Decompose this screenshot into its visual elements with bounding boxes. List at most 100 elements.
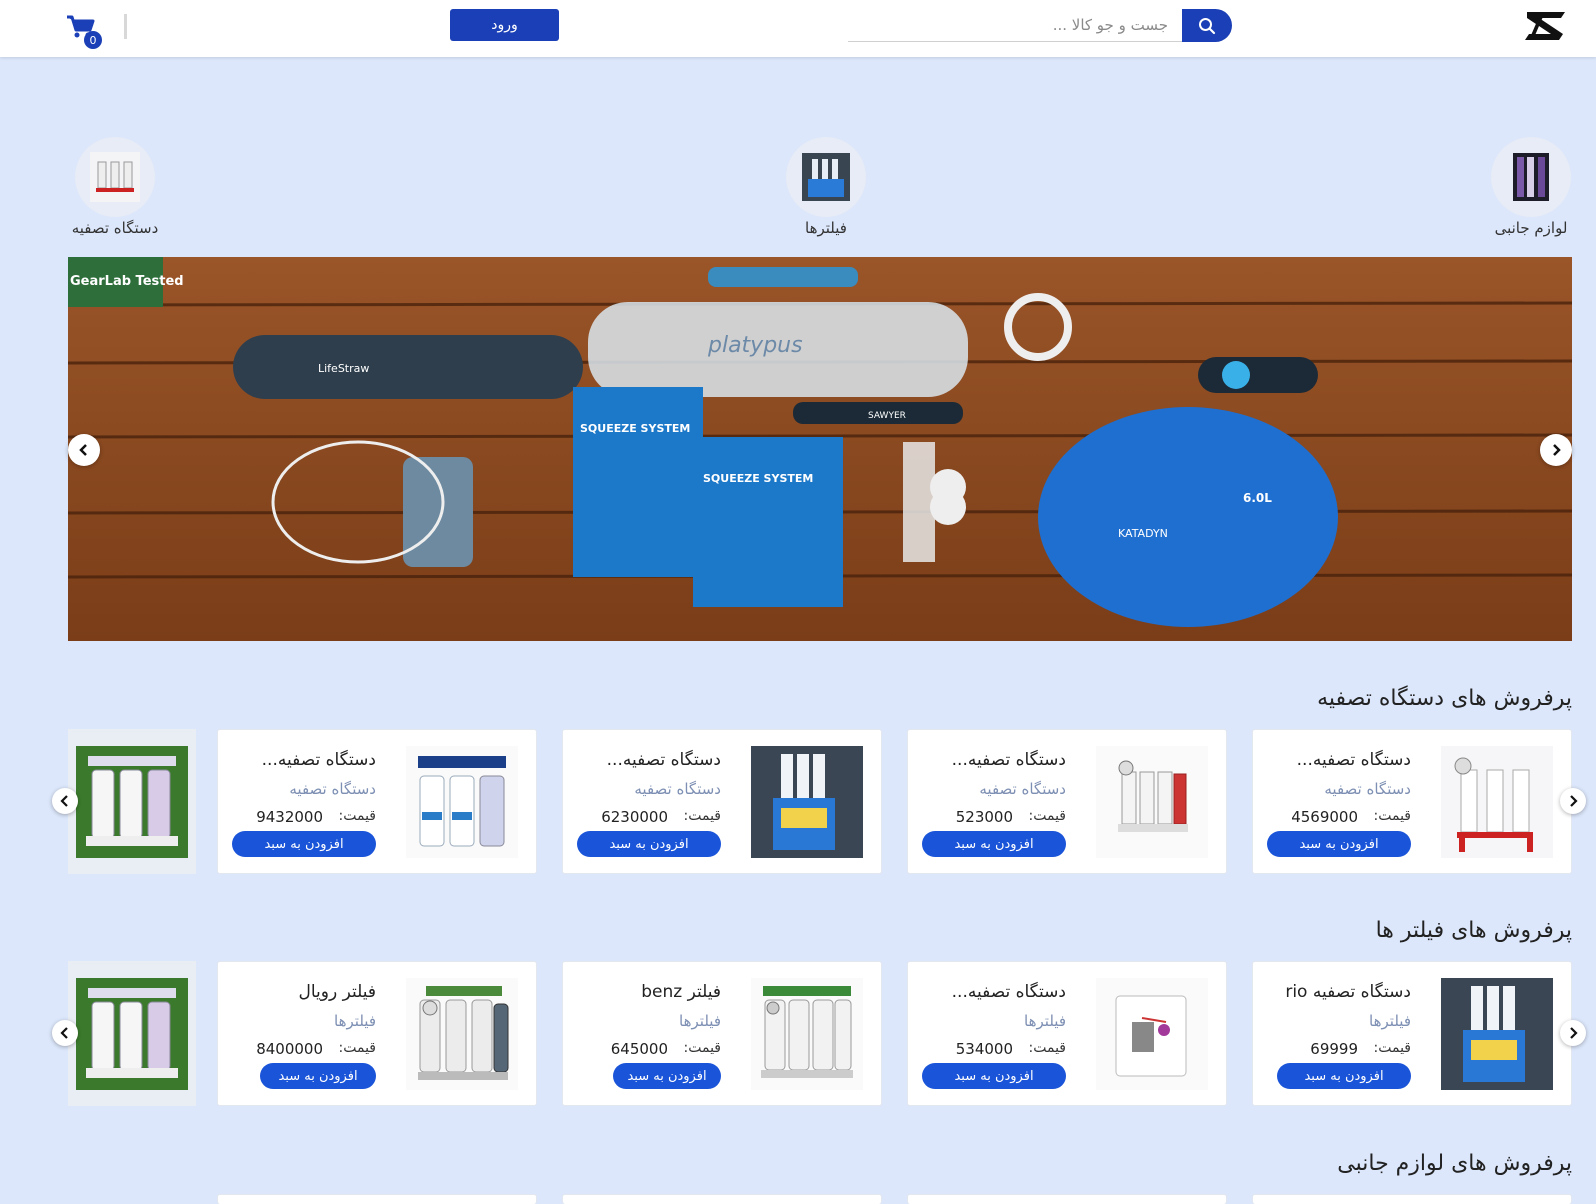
banner-prev-button[interactable]	[68, 434, 100, 466]
product-image	[406, 978, 518, 1090]
price-label: قیمت:	[1028, 1040, 1066, 1056]
hero-banner: GearLab Tested LifeStraw platypus SQUEEZ…	[68, 257, 1572, 641]
product-image	[1441, 746, 1553, 858]
section-title-purifiers: پرفروش های دستگاه تصفیه	[1317, 686, 1572, 711]
carousel-next-button[interactable]	[1560, 1020, 1586, 1046]
category-accessories[interactable]: لوازم جانبی	[1476, 137, 1586, 237]
search-button[interactable]	[1182, 9, 1232, 42]
product-title[interactable]: دستگاه تصفیه...	[952, 982, 1066, 1002]
price-label: قیمت:	[1373, 1040, 1411, 1056]
product-price: 9432000	[256, 808, 323, 826]
banner-next-button[interactable]	[1540, 434, 1572, 466]
carousel-accessories	[68, 1194, 1572, 1204]
product-image	[1441, 978, 1553, 1090]
product-image	[1096, 978, 1208, 1090]
add-to-cart-button[interactable]: افزودن به سبد	[922, 1063, 1066, 1089]
carousel-filters: دستگاه تصفیه rio فیلترها قیمت: 69999 افز…	[68, 961, 1572, 1106]
section-title-filters: پرفروش های فیلتر ها	[1375, 918, 1572, 943]
price-label: قیمت:	[1028, 808, 1066, 824]
product-price: 69999	[1310, 1040, 1358, 1058]
category-label: دستگاه تصفیه	[71, 219, 159, 237]
product-card[interactable]: دستگاه تصفیه... دستگاه تصفیه قیمت: 45690…	[1252, 729, 1572, 874]
product-card[interactable]: فیلتر رویال فیلترها قیمت: 8400000 افزودن…	[217, 961, 537, 1106]
product-card-partial[interactable]	[68, 729, 196, 874]
product-title[interactable]: دستگاه تصفیه...	[607, 750, 721, 770]
category-filters[interactable]: فیلترها	[771, 137, 881, 237]
product-category: دستگاه تصفیه	[1324, 780, 1411, 798]
search-input[interactable]	[848, 9, 1182, 42]
product-image	[1096, 746, 1208, 858]
product-category: فیلترها	[334, 1012, 376, 1030]
product-card[interactable]	[907, 1194, 1227, 1204]
category-label: لوازم جانبی	[1494, 219, 1568, 237]
carousel-prev-button[interactable]	[52, 1020, 78, 1046]
svg-text:SQUEEZE SYSTEM: SQUEEZE SYSTEM	[580, 422, 690, 435]
product-card[interactable]: دستگاه تصفیه... دستگاه تصفیه قیمت: 52300…	[907, 729, 1227, 874]
chevron-left-icon	[60, 1027, 68, 1039]
svg-text:LifeStraw: LifeStraw	[318, 362, 369, 375]
product-card[interactable]: دستگاه تصفیه... دستگاه تصفیه قیمت: 94320…	[217, 729, 537, 874]
product-category: دستگاه تصفیه	[289, 780, 376, 798]
product-title[interactable]: فیلتر benz	[641, 982, 721, 1002]
site-logo[interactable]	[1521, 8, 1571, 44]
svg-text:KATADYN: KATADYN	[1118, 527, 1168, 540]
filters-thumb	[786, 137, 866, 217]
product-category: دستگاه تصفیه	[634, 780, 721, 798]
add-to-cart-button[interactable]: افزودن به سبد	[1267, 831, 1411, 857]
product-card[interactable]: دستگاه تصفیه rio فیلترها قیمت: 69999 افز…	[1252, 961, 1572, 1106]
price-label: قیمت:	[683, 1040, 721, 1056]
category-label: فیلترها	[805, 219, 847, 237]
chevron-left-icon	[79, 444, 87, 456]
product-card[interactable]	[562, 1194, 882, 1204]
add-to-cart-button[interactable]: افزودن به سبد	[922, 831, 1066, 857]
product-card[interactable]: دستگاه تصفیه... دستگاه تصفیه قیمت: 62300…	[562, 729, 882, 874]
price-label: قیمت:	[683, 808, 721, 824]
product-price: 6230000	[601, 808, 668, 826]
product-card[interactable]: دستگاه تصفیه... فیلترها قیمت: 534000 افز…	[907, 961, 1227, 1106]
product-card-partial[interactable]	[68, 961, 196, 1106]
product-price: 523000	[955, 808, 1013, 826]
svg-text:SAWYER: SAWYER	[868, 411, 906, 421]
cart-count-badge: 0	[84, 31, 102, 49]
category-purifiers[interactable]: دستگاه تصفیه	[60, 137, 170, 237]
product-title[interactable]: فیلتر رویال	[299, 982, 376, 1002]
product-price: 534000	[955, 1040, 1013, 1058]
product-category: فیلترها	[1024, 1012, 1066, 1030]
top-navbar: ورود 0	[0, 0, 1596, 57]
product-title[interactable]: دستگاه تصفیه...	[1297, 750, 1411, 770]
product-title[interactable]: دستگاه تصفیه...	[262, 750, 376, 770]
product-price: 645000	[610, 1040, 668, 1058]
price-label: قیمت:	[1373, 808, 1411, 824]
product-image	[406, 746, 518, 858]
chevron-right-icon	[1570, 795, 1578, 807]
add-to-cart-button[interactable]: افزودن به سبد	[577, 831, 721, 857]
carousel-purifiers: دستگاه تصفیه... دستگاه تصفیه قیمت: 45690…	[68, 729, 1572, 874]
product-card[interactable]: فیلتر benz فیلترها قیمت: 645000 افزودن ب…	[562, 961, 882, 1106]
cart-button[interactable]: 0	[66, 14, 106, 49]
product-image	[751, 746, 863, 858]
product-price: 8400000	[256, 1040, 323, 1058]
product-card[interactable]	[1252, 1194, 1572, 1204]
product-image	[751, 978, 863, 1090]
login-button[interactable]: ورود	[450, 9, 559, 41]
carousel-next-button[interactable]	[1560, 788, 1586, 814]
product-image	[76, 745, 188, 858]
carousel-prev-button[interactable]	[52, 788, 78, 814]
product-category: فیلترها	[1369, 1012, 1411, 1030]
product-price: 4569000	[1291, 808, 1358, 826]
svg-text:6.0L: 6.0L	[1243, 491, 1272, 505]
svg-text:SQUEEZE SYSTEM: SQUEEZE SYSTEM	[703, 472, 813, 485]
product-card[interactable]	[217, 1194, 537, 1204]
chevron-right-icon	[1570, 1027, 1578, 1039]
product-title[interactable]: دستگاه تصفیه...	[952, 750, 1066, 770]
add-to-cart-button[interactable]: افزودن به سبد	[1277, 1063, 1411, 1089]
chevron-right-icon	[1553, 444, 1561, 456]
product-title[interactable]: دستگاه تصفیه rio	[1285, 982, 1411, 1002]
add-to-cart-button[interactable]: افزودن به سبد	[613, 1063, 721, 1089]
accessories-thumb	[1491, 137, 1571, 217]
purifier-thumb	[75, 137, 155, 217]
add-to-cart-button[interactable]: افزودن به سبد	[260, 1063, 376, 1089]
section-title-accessories: پرفروش های لوازم جانبی	[1337, 1151, 1572, 1176]
add-to-cart-button[interactable]: افزودن به سبد	[232, 831, 376, 857]
product-category: دستگاه تصفیه	[979, 780, 1066, 798]
